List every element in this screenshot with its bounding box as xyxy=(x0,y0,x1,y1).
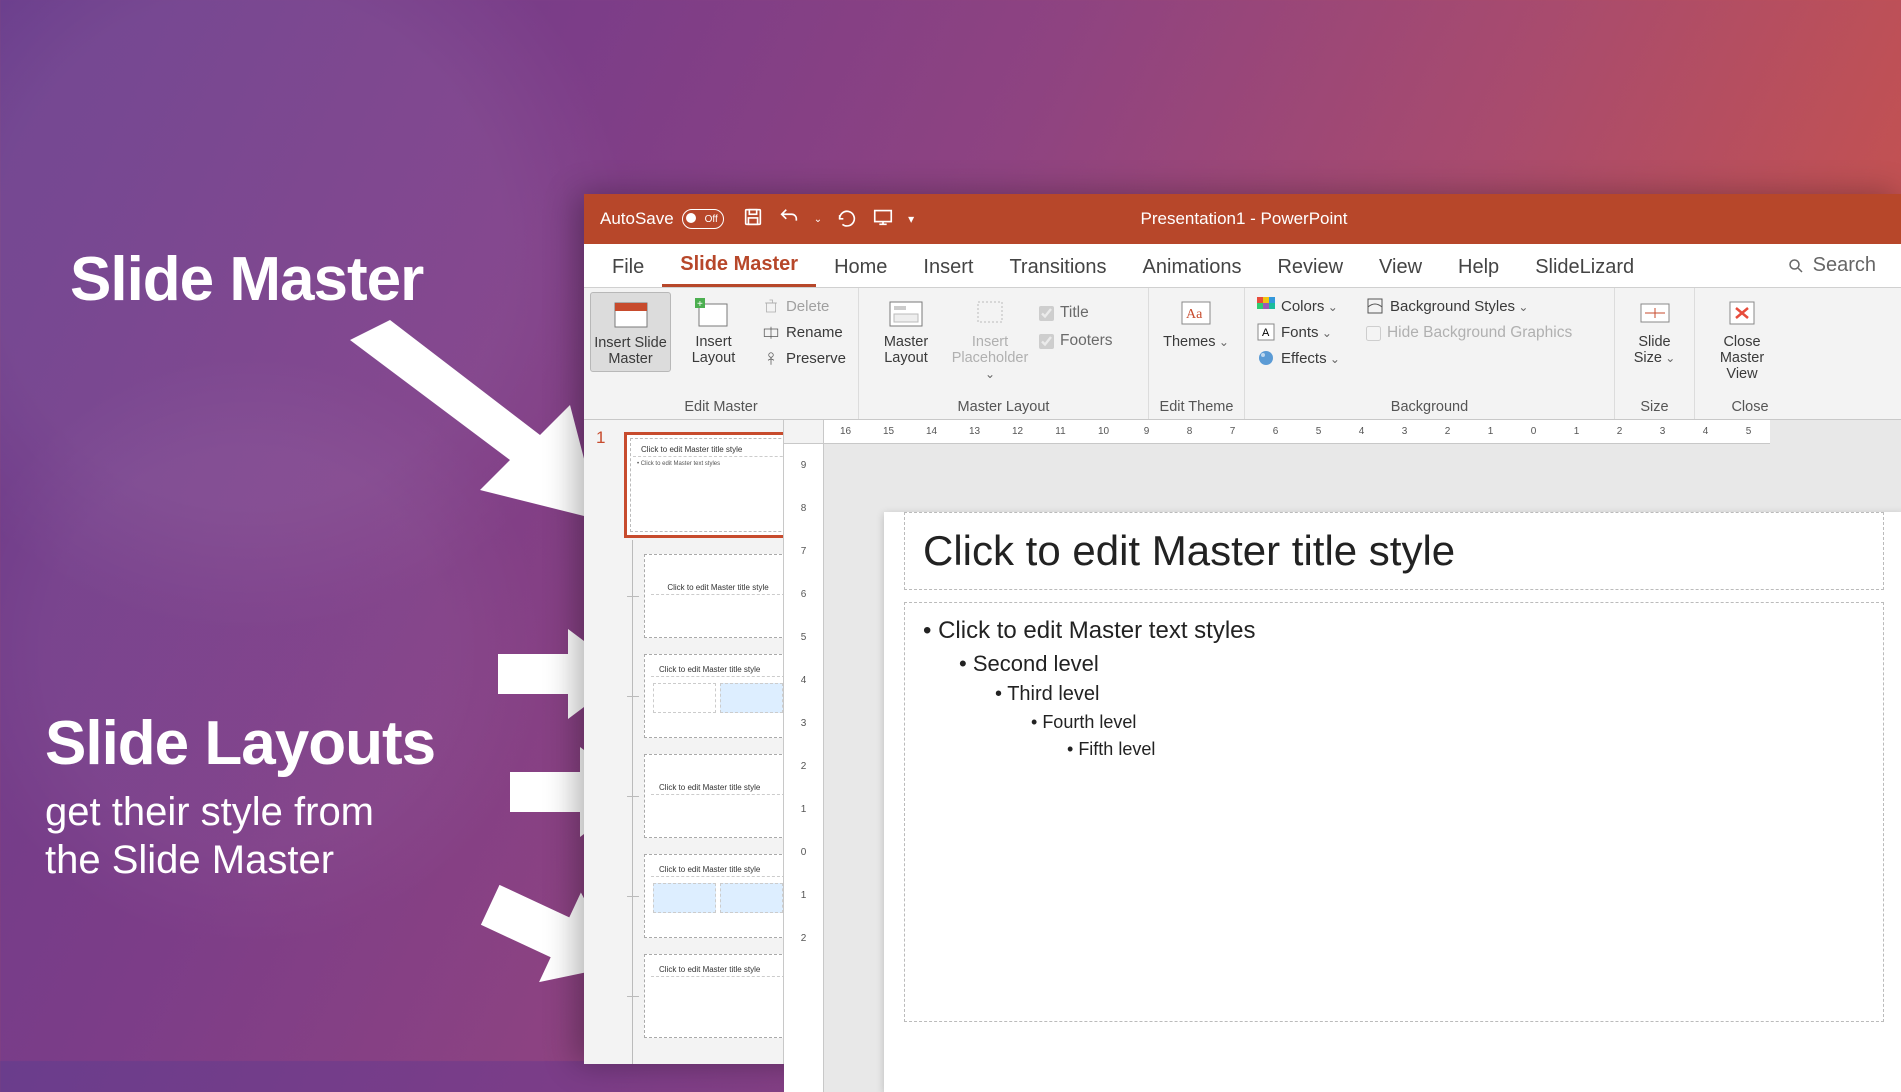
autosave-toggle[interactable]: AutoSave Off xyxy=(600,209,724,229)
editor-area: 16151413121110987654321012345 9876543210… xyxy=(784,420,1901,1064)
tree-line xyxy=(632,540,633,1064)
svg-text:A: A xyxy=(1262,327,1270,339)
tab-home[interactable]: Home xyxy=(816,246,905,287)
thumb-layout[interactable]: Click to edit Master title style xyxy=(644,554,784,638)
tab-file[interactable]: File xyxy=(594,246,662,287)
effects-icon xyxy=(1257,349,1275,367)
fonts-button[interactable]: AFonts xyxy=(1251,320,1346,344)
annotation-sub2: the Slide Master xyxy=(45,838,334,882)
annotation-slide-master: Slide Master xyxy=(70,244,423,315)
tab-view[interactable]: View xyxy=(1361,246,1440,287)
chevron-down-icon[interactable]: ⌄ xyxy=(814,214,822,225)
group-label-close: Close xyxy=(1701,397,1799,419)
master-title-placeholder[interactable]: Click to edit Master title style xyxy=(904,512,1884,590)
insert-slide-master-button[interactable]: Insert Slide Master xyxy=(590,292,671,372)
redo-icon[interactable] xyxy=(836,206,858,233)
master-number: 1 xyxy=(596,428,605,448)
master-layout-icon xyxy=(886,296,926,330)
present-icon[interactable] xyxy=(872,206,894,233)
ruler-horizontal[interactable]: 16151413121110987654321012345 xyxy=(824,420,1770,444)
toggle-icon[interactable]: Off xyxy=(682,209,724,229)
slide-size-icon xyxy=(1635,296,1675,330)
rename-button[interactable]: Rename xyxy=(756,320,852,344)
footers-checkbox[interactable]: Footers xyxy=(1033,328,1119,354)
customize-qat-icon[interactable]: ▾ xyxy=(908,212,914,226)
slide-canvas[interactable]: Click to edit Master title style Click t… xyxy=(884,512,1901,1092)
bullet-level-5: Fifth level xyxy=(1067,739,1865,760)
hide-bg-checkbox[interactable]: Hide Background Graphics xyxy=(1360,320,1578,346)
window-title: Presentation1 - PowerPoint xyxy=(1141,209,1348,229)
svg-text:Aa: Aa xyxy=(1186,307,1203,322)
group-label-master-layout: Master Layout xyxy=(865,397,1142,419)
colors-icon xyxy=(1257,297,1275,315)
ruler-vertical[interactable]: 987654321012 xyxy=(784,444,824,1092)
tab-insert[interactable]: Insert xyxy=(905,246,991,287)
tab-slidelizard[interactable]: SlideLizard xyxy=(1517,246,1652,287)
placeholder-icon xyxy=(970,296,1010,330)
master-layout-button[interactable]: Master Layout xyxy=(865,292,947,370)
tab-slide-master[interactable]: Slide Master xyxy=(662,243,816,287)
themes-button[interactable]: Aa Themes xyxy=(1155,292,1237,354)
background-styles-button[interactable]: Background Styles xyxy=(1360,294,1578,318)
bullet-level-1: Click to edit Master text styles xyxy=(923,617,1865,645)
canvas-area[interactable]: Click to edit Master title style Click t… xyxy=(824,444,1901,1092)
group-label-edit-theme: Edit Theme xyxy=(1155,397,1238,419)
title-checkbox[interactable]: Title xyxy=(1033,300,1119,326)
themes-icon: Aa xyxy=(1176,296,1216,330)
slide-size-button[interactable]: Slide Size xyxy=(1621,292,1688,370)
thumb-layout[interactable]: Click to edit Master title style xyxy=(644,954,784,1038)
svg-text:+: + xyxy=(697,299,703,310)
bg-styles-icon xyxy=(1366,297,1384,315)
master-body-placeholder[interactable]: Click to edit Master text styles Second … xyxy=(904,602,1884,1022)
close-icon xyxy=(1722,296,1762,330)
bullet-level-3: Third level xyxy=(995,683,1865,706)
ribbon: Insert Slide Master + Insert Layout Dele… xyxy=(584,288,1901,420)
search-box[interactable]: Search xyxy=(1769,244,1894,287)
insert-placeholder-button[interactable]: Insert Placeholder xyxy=(949,292,1031,386)
fonts-icon: A xyxy=(1257,323,1275,341)
save-icon[interactable] xyxy=(742,206,764,233)
group-label-edit-master: Edit Master xyxy=(590,397,852,419)
annotation-slide-layouts: Slide Layouts xyxy=(45,708,435,779)
tab-animations[interactable]: Animations xyxy=(1125,246,1260,287)
arrow-icon xyxy=(330,320,610,540)
bullet-level-4: Fourth level xyxy=(1031,712,1865,733)
thumbnail-panel[interactable]: 1 Click to edit Master title style • Cli… xyxy=(584,420,784,1064)
insert-layout-button[interactable]: + Insert Layout xyxy=(673,292,754,370)
annotation-sub1: get their style from xyxy=(45,790,374,834)
autosave-label: AutoSave xyxy=(600,209,674,229)
tab-help[interactable]: Help xyxy=(1440,246,1517,287)
search-icon xyxy=(1787,257,1805,275)
titlebar: AutoSave Off ⌄ ▾ Presentation1 - PowerPo… xyxy=(584,194,1901,244)
colors-button[interactable]: Colors xyxy=(1251,294,1346,318)
preserve-icon xyxy=(762,349,780,367)
group-label-size: Size xyxy=(1621,397,1688,419)
search-label: Search xyxy=(1813,254,1876,277)
effects-button[interactable]: Effects xyxy=(1251,346,1346,370)
thumb-layout[interactable]: Click to edit Master title style xyxy=(644,854,784,938)
workspace: 1 Click to edit Master title style • Cli… xyxy=(584,420,1901,1064)
group-label-background: Background xyxy=(1251,397,1608,419)
preserve-button[interactable]: Preserve xyxy=(756,346,852,370)
bullet-level-2: Second level xyxy=(959,651,1865,677)
powerpoint-window: AutoSave Off ⌄ ▾ Presentation1 - PowerPo… xyxy=(584,194,1901,1064)
tab-review[interactable]: Review xyxy=(1259,246,1361,287)
tab-transitions[interactable]: Transitions xyxy=(991,246,1124,287)
close-master-view-button[interactable]: Close Master View xyxy=(1701,292,1783,386)
delete-button[interactable]: Delete xyxy=(756,294,852,318)
delete-icon xyxy=(762,297,780,315)
tab-bar: File Slide Master Home Insert Transition… xyxy=(584,244,1901,288)
layout-icon: + xyxy=(693,296,733,330)
undo-icon[interactable] xyxy=(778,206,800,233)
thumb-layout[interactable]: Click to edit Master title style xyxy=(644,754,784,838)
slide-master-icon xyxy=(611,297,651,331)
thumb-master[interactable]: Click to edit Master title style • Click… xyxy=(624,432,784,538)
ruler-corner xyxy=(784,420,824,444)
rename-icon xyxy=(762,323,780,341)
thumb-layout[interactable]: Click to edit Master title style xyxy=(644,654,784,738)
